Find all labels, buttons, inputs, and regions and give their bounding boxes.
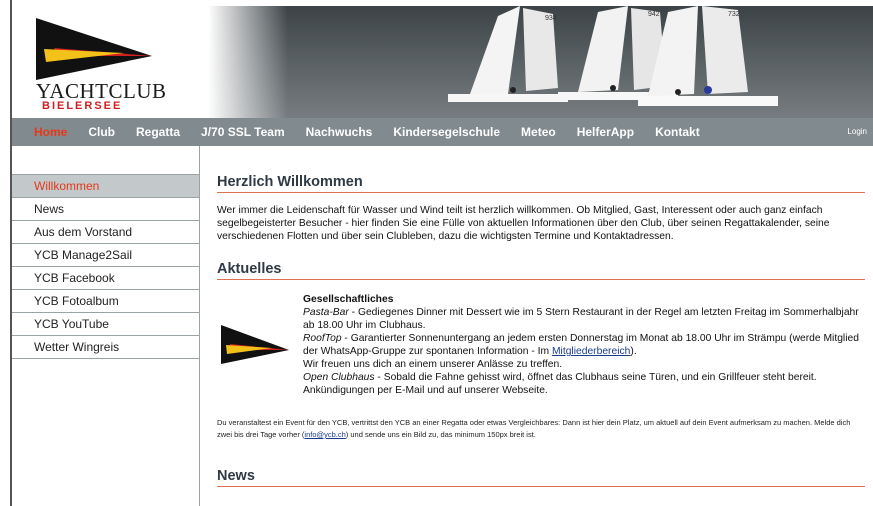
- email-link[interactable]: info@ycb.ch: [304, 430, 345, 439]
- nav-item-regatta[interactable]: Regatta: [136, 125, 180, 139]
- nav-item-kontakt[interactable]: Kontakt: [655, 125, 700, 139]
- footnote-end: ) und sende uns ein Bild zu, das minimum…: [345, 430, 536, 439]
- nav-item-home[interactable]: Home: [34, 125, 67, 139]
- news-item: Gesellschaftliches Pasta-Bar - Gediegene…: [303, 293, 868, 397]
- clubhaus-label: Open Clubhaus: [303, 372, 375, 383]
- main-content: Herzlich Willkommen Wer immer die Leiden…: [217, 146, 869, 506]
- sidebar-item-willkommen[interactable]: Willkommen: [12, 175, 199, 198]
- clubhaus-text: - Sobald die Fahne gehisst wird, öffnet …: [303, 372, 817, 396]
- news-item-title: Gesellschaftliches: [303, 294, 394, 305]
- main-nav: Home Club Regatta J/70 SSL Team Nachwuch…: [12, 118, 873, 146]
- login-link[interactable]: Login: [847, 127, 867, 136]
- nav-item-j70-ssl-team[interactable]: J/70 SSL Team: [201, 125, 285, 139]
- nav-item-nachwuchs[interactable]: Nachwuchs: [306, 125, 373, 139]
- nav-item-club[interactable]: Club: [88, 125, 115, 139]
- logo-subtitle: BIELERSEE: [42, 100, 123, 112]
- header-banner: YACHTCLUB BIELERSEE: [12, 6, 873, 118]
- page: YACHTCLUB BIELERSEE Home Club Regatta J/…: [10, 0, 873, 506]
- logo[interactable]: YACHTCLUB BIELERSEE: [12, 6, 212, 118]
- welcome-heading: Herzlich Willkommen: [217, 174, 865, 193]
- sidebar-item-fotoalbum[interactable]: YCB Fotoalbum: [12, 290, 199, 313]
- rooftop-entry: RoofTop - Garantierter Sonnenuntergang a…: [303, 332, 868, 358]
- nav-item-meteo[interactable]: Meteo: [521, 125, 556, 139]
- sidebar-item-wetter-wingreis[interactable]: Wetter Wingreis: [12, 336, 199, 359]
- aktuelles-heading: Aktuelles: [217, 261, 865, 280]
- invite-text: Wir freuen uns dich an einem unserer Anl…: [303, 359, 563, 370]
- welcome-text: Wer immer die Leidenschaft für Wasser un…: [217, 205, 830, 242]
- sidebar-item-aus-dem-vorstand[interactable]: Aus dem Vorstand: [12, 221, 199, 244]
- rooftop-end: ).: [630, 346, 637, 357]
- sidebar: Willkommen News Aus dem Vorstand YCB Man…: [12, 146, 200, 506]
- header-photo: 934 942 732: [208, 6, 873, 118]
- sidebar-item-manage2sail[interactable]: YCB Manage2Sail: [12, 244, 199, 267]
- event-footnote: Du veranstaltest ein Event für den YCB, …: [217, 417, 857, 441]
- sidebar-item-news[interactable]: News: [12, 198, 199, 221]
- pasta-bar-text: - Gediegenes Dinner mit Dessert wie im 5…: [303, 307, 859, 331]
- pasta-bar-entry: Pasta-Bar - Gediegenes Dinner mit Desser…: [303, 306, 868, 332]
- nav-item-helferapp[interactable]: HelferApp: [577, 125, 634, 139]
- sidebar-item-facebook[interactable]: YCB Facebook: [12, 267, 199, 290]
- burgee-flag-icon: [221, 325, 289, 364]
- sidebar-item-youtube[interactable]: YCB YouTube: [12, 313, 199, 336]
- burgee-flag-icon: [36, 18, 152, 80]
- news-heading: News: [217, 468, 865, 487]
- rooftop-label: RoofTop: [303, 333, 342, 344]
- nav-item-kindersegelschule[interactable]: Kindersegelschule: [393, 125, 500, 139]
- clubhaus-entry: Open Clubhaus - Sobald die Fahne gehisst…: [303, 371, 868, 397]
- mitgliederbereich-link[interactable]: Mitgliederbereich: [552, 346, 630, 357]
- pasta-bar-label: Pasta-Bar: [303, 307, 349, 318]
